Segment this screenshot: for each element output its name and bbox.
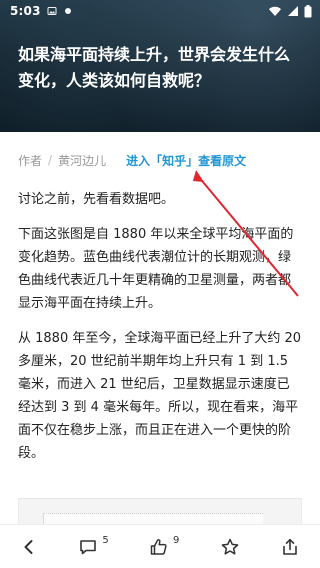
like-count: 9: [173, 534, 180, 546]
status-right: [268, 4, 312, 18]
back-button[interactable]: [14, 531, 44, 563]
view-original-link[interactable]: 进入「知乎」查看原文: [126, 152, 246, 169]
battery-icon: [304, 4, 312, 18]
bottom-action-bar: 5 9: [0, 524, 320, 568]
article-paragraph: 下面这张图是自 1880 年以来全球平均海平面的变化趋势。蓝色曲线代表潮位计的长…: [18, 227, 294, 311]
favorite-button[interactable]: [214, 531, 246, 563]
comment-icon: [78, 537, 98, 557]
share-icon: [280, 537, 300, 557]
thumbs-up-icon: [149, 537, 169, 557]
article-body: 讨论之前，先看看数据吧。 下面这张图是自 1880 年以来全球平均海平面的变化趋…: [18, 188, 302, 477]
star-icon: [220, 537, 240, 557]
author-name[interactable]: 黄河边儿: [58, 152, 106, 169]
notification-dot-icon: [63, 6, 73, 16]
comments-button[interactable]: 5: [72, 531, 114, 563]
status-bar: 5:03: [0, 0, 320, 22]
article-title: 如果海平面持续上升，世界会发生什么变化，人类该如何自救呢？: [18, 45, 291, 90]
back-arrow-icon: [20, 538, 38, 556]
author-label: 作者: [18, 153, 43, 168]
share-button[interactable]: [274, 531, 306, 563]
signal-icon: [287, 5, 299, 17]
article-paragraph: 讨论之前，先看看数据吧。: [18, 192, 175, 207]
status-left: 5:03: [10, 4, 73, 18]
status-time: 5:03: [10, 4, 41, 18]
comment-count: 5: [102, 534, 109, 546]
author-separator: /: [48, 153, 53, 167]
article-paragraph: 从 1880 年至今，全球海平面已经上升了大约 20 多厘米，20 世纪前半期年…: [18, 331, 302, 461]
author-row: 作者 / 黄河边儿 进入「知乎」查看原文: [18, 148, 308, 172]
article-screen: 5:03 如果海平面持续上升，世界会发生什么变化，人类该如何自救呢？ 作者 / …: [0, 0, 320, 568]
author-meta: 作者 / 黄河边儿: [18, 152, 106, 169]
like-button[interactable]: 9: [143, 531, 185, 563]
notification-image-icon: [47, 6, 57, 16]
wifi-icon: [268, 5, 282, 17]
